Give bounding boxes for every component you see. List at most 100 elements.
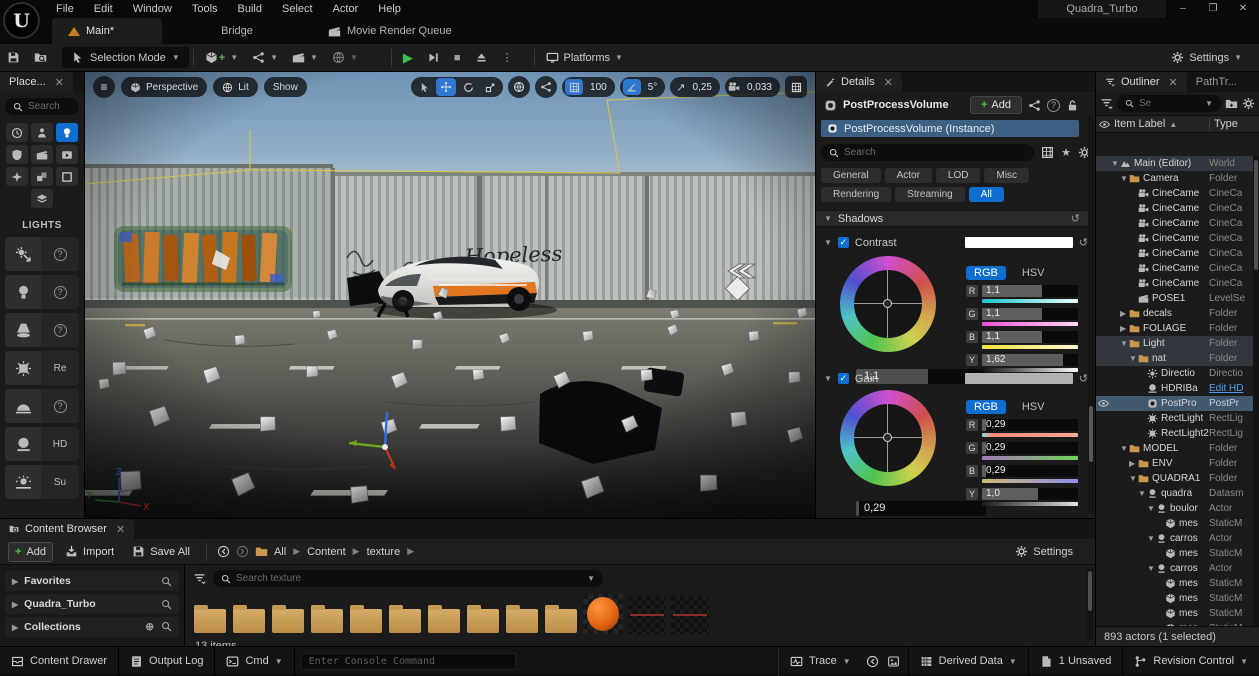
place-search[interactable] [5,98,79,115]
type-column[interactable]: Type [1209,118,1238,130]
gain-mode-hsv[interactable]: HSV [1014,400,1053,414]
menu-select[interactable]: Select [272,1,323,17]
place-item-sky-light[interactable]: ? [5,389,79,423]
expand-arrow-icon[interactable]: ▶ [12,577,18,586]
channel-gradient-strip[interactable] [982,299,1078,303]
place-category-person[interactable] [31,123,53,142]
asset-search[interactable]: ▼ [213,570,603,587]
outliner-row[interactable]: ▶FOLIAGEFolder [1096,321,1253,336]
place-category-cubes[interactable] [31,167,53,186]
asset-folder[interactable] [193,602,227,634]
gain-channel-r[interactable]: R 0,29 [966,419,1078,437]
cinematics-button[interactable]: ▼ [285,44,325,72]
expand-arrow-icon[interactable]: ▼ [1147,534,1156,543]
outliner-row[interactable]: PostProPostPr [1096,396,1253,411]
play-options-kebab[interactable]: ⋮ [495,44,520,72]
save-button[interactable] [0,44,27,72]
contrast-mode-hsv[interactable]: HSV [1014,266,1053,280]
channel-value-bar[interactable]: 0,29 [982,419,1078,431]
place-item-spot-light[interactable]: ? [5,313,79,347]
item-label-column[interactable]: Item Label [1114,118,1165,130]
filter-chip-all[interactable]: All [969,187,1004,202]
add-component-button[interactable]: + Add [970,96,1022,114]
save-all-button[interactable]: Save All [126,542,196,562]
place-category-clock[interactable] [6,123,28,142]
screenshot-button[interactable] [883,647,909,676]
expand-arrow-icon[interactable]: ▶ [12,600,18,609]
close-icon[interactable]: ✕ [55,76,64,89]
expand-arrow-icon[interactable]: ▼ [1120,339,1129,348]
place-category-bulb[interactable] [56,123,78,142]
breadcrumb-all[interactable]: All [274,546,286,558]
help-icon[interactable]: ? [1047,99,1060,112]
place-category-fx[interactable] [6,167,28,186]
outliner-row[interactable]: mesStaticM [1096,516,1253,531]
scale-snap-icon[interactable]: ↗ [673,81,685,94]
grid-snap-value[interactable]: 100 [585,82,612,93]
filter-icon[interactable] [193,572,206,585]
grid-snap-toggle[interactable] [565,79,583,95]
reset-icon[interactable]: ↺ [1079,236,1088,249]
gain-checkbox[interactable]: ✓ [838,373,849,384]
outliner-row[interactable]: CineCameCineCa [1096,276,1253,291]
outliner-row[interactable]: ▼quadraDatasm [1096,486,1253,501]
outliner-row[interactable]: ▼CameraFolder [1096,171,1253,186]
output-log-button[interactable]: Output Log [119,647,215,676]
asset-folder[interactable] [232,602,266,634]
place-category-layers[interactable] [31,189,53,208]
tab-outliner[interactable]: Outliner ✕ [1096,72,1187,92]
favorites-star-icon[interactable]: ★ [1061,146,1071,159]
gain-channel-y[interactable]: Y 1,0 [966,488,1078,506]
lit-dropdown[interactable]: Lit [213,77,258,97]
show-dropdown[interactable]: Show [264,77,307,97]
close-button[interactable]: ✕ [1229,0,1257,17]
assets-scrollbar[interactable] [1087,569,1093,639]
visibility-eye-icon[interactable] [1096,398,1111,409]
display-options-icon[interactable] [1041,146,1054,159]
trace-dropdown[interactable]: Trace ▼ [778,647,862,676]
minimize-button[interactable]: – [1169,0,1197,17]
expand-arrow-icon[interactable]: ▼ [1120,444,1129,453]
outliner-row[interactable]: ▼carrosActor [1096,561,1253,576]
outliner-row[interactable]: HDRIBaEdit HD [1096,381,1253,396]
channel-value-bar[interactable]: 1,1 [982,285,1078,297]
contrast-mode-rgb[interactable]: RGB [966,266,1006,280]
gain-channel-b[interactable]: B 0,29 [966,465,1078,483]
rotation-snap-toggle[interactable] [623,79,641,95]
reset-icon[interactable]: ↺ [1071,212,1080,225]
expand-arrow-icon[interactable]: ▼ [1147,504,1156,513]
instance-row[interactable]: PostProcessVolume (Instance) [821,120,1079,137]
outliner-scrollbar[interactable] [1253,156,1259,626]
tab-bridge[interactable]: Bridge [162,18,312,44]
asset-folder[interactable] [271,602,305,634]
viewport-menu-hamburger[interactable]: ≡ [93,76,115,98]
filter-chip-general[interactable]: General [821,168,881,183]
asset-folder[interactable] [310,602,344,634]
search-icon[interactable] [161,621,172,632]
visibility-column-icon[interactable] [1099,119,1110,130]
close-icon[interactable]: ✕ [1169,76,1178,89]
menu-window[interactable]: Window [123,1,182,17]
channel-gradient-strip[interactable] [982,322,1078,326]
outliner-row[interactable]: ▼boulorActor [1096,501,1253,516]
asset-orange-texture[interactable] [583,594,623,634]
outliner-row[interactable]: ▼LightFolder [1096,336,1253,351]
level-viewport[interactable]: Hopeless [85,72,815,518]
tab-place-actors[interactable]: Place... ✕ [0,72,73,92]
eject-button[interactable] [468,44,495,72]
menu-file[interactable]: File [46,1,84,17]
skip-button[interactable] [420,44,447,72]
gain-channel-g[interactable]: G 0,29 [966,442,1078,460]
search-icon[interactable] [161,576,172,587]
outliner-row[interactable]: POSE1LevelSe [1096,291,1253,306]
stop-button[interactable]: ■ [447,44,468,72]
channel-gradient-strip[interactable] [982,502,1078,506]
channel-value-bar[interactable]: 1,1 [982,331,1078,343]
menu-help[interactable]: Help [368,1,411,17]
breadcrumb-texture[interactable]: texture [367,546,401,558]
settings-dropdown[interactable]: Settings ▼ [1164,44,1249,72]
outliner-row[interactable]: mesStaticM [1096,546,1253,561]
details-search[interactable] [821,144,1034,161]
restore-button[interactable]: ❐ [1199,0,1227,17]
breadcrumb-content[interactable]: Content [307,546,346,558]
